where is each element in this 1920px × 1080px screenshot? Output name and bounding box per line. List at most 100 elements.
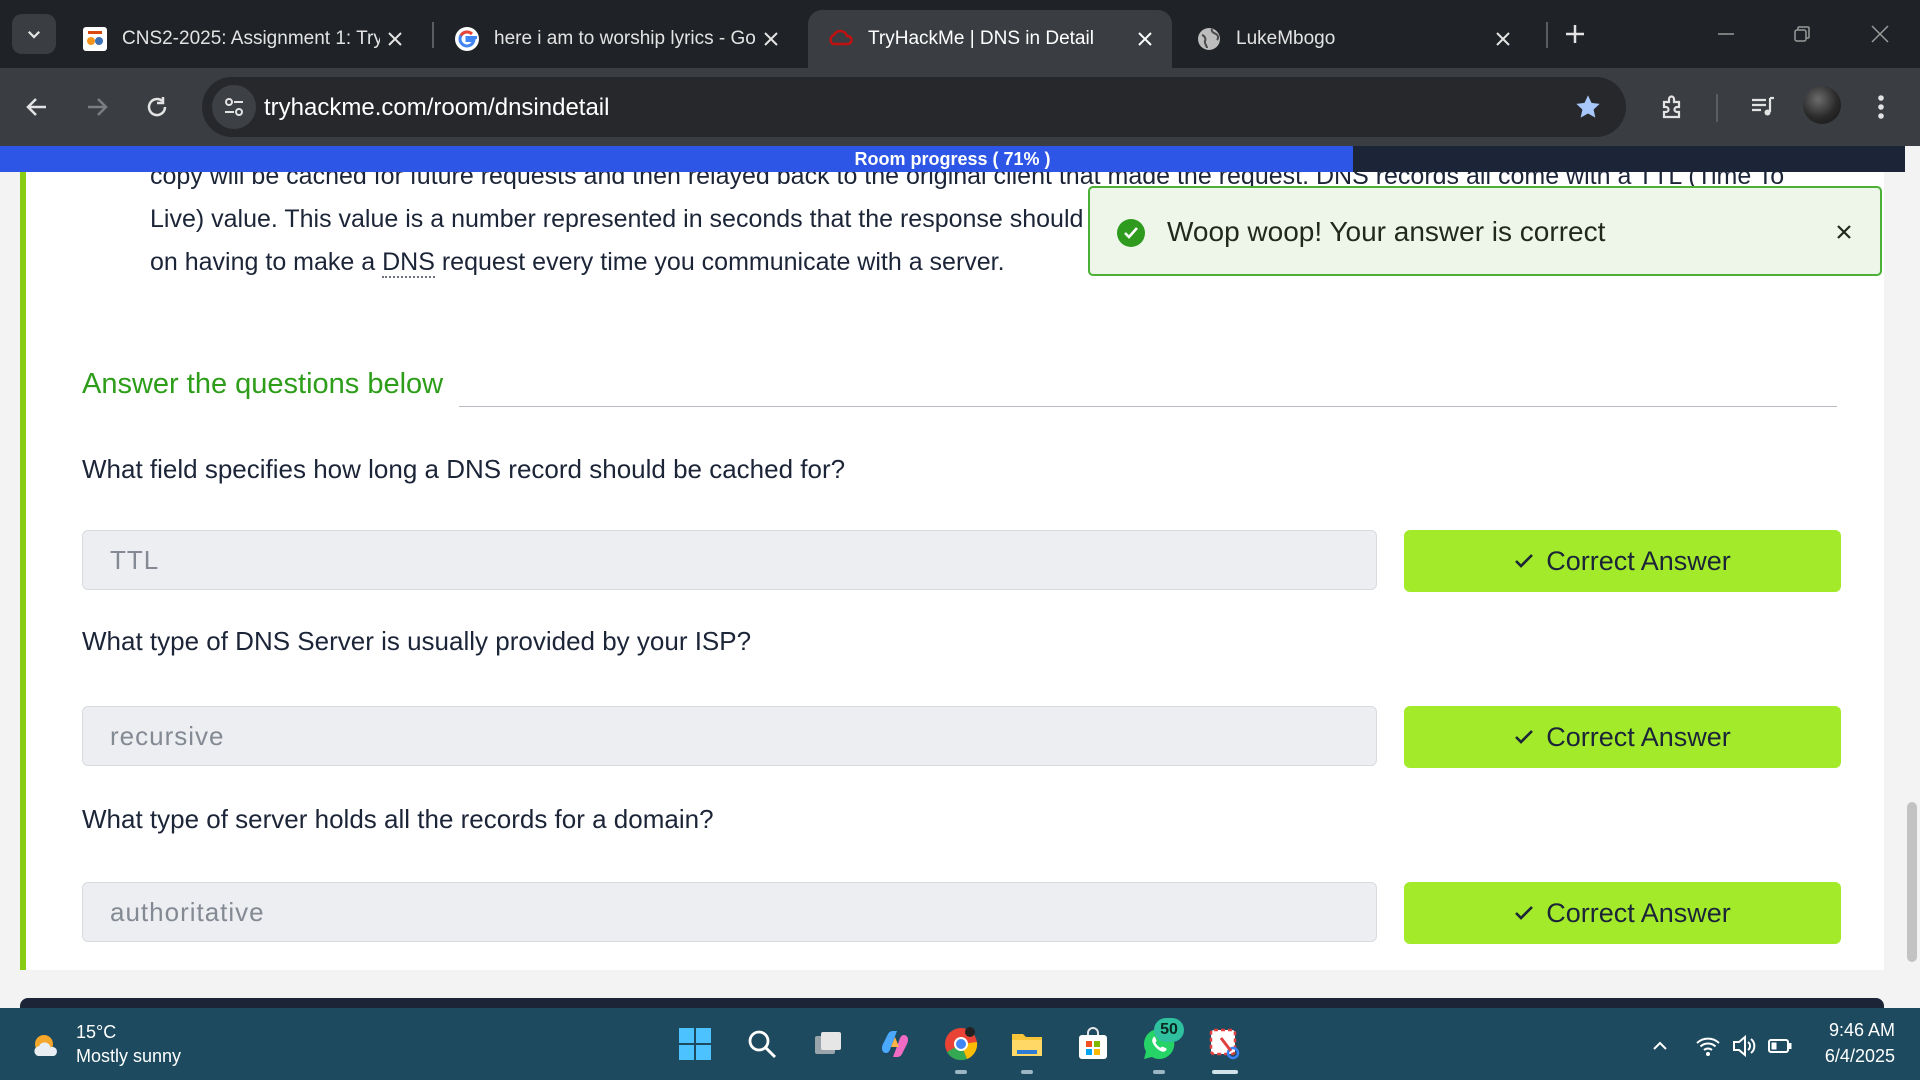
minimize-button[interactable] xyxy=(1696,14,1756,54)
restore-button[interactable] xyxy=(1772,14,1832,54)
tab-moodle[interactable]: CNS2-2025: Assignment 1: TryH xyxy=(62,10,422,68)
check-icon xyxy=(1514,552,1534,570)
queue-music-icon xyxy=(1752,96,1774,116)
show-hidden-icons-button[interactable] xyxy=(1646,1032,1674,1060)
success-toast: Woop woop! Your answer is correct xyxy=(1088,186,1882,276)
network-button[interactable] xyxy=(1694,1032,1722,1060)
tab-lukembogo[interactable]: LukeMbogo xyxy=(1176,10,1530,68)
address-bar[interactable]: tryhackme.com/room/dnsindetail xyxy=(202,77,1626,137)
task-view-icon xyxy=(815,1032,841,1054)
site-info-button[interactable] xyxy=(212,85,256,129)
windows-logo-icon xyxy=(679,1028,711,1060)
moodle-icon xyxy=(82,26,108,52)
google-icon xyxy=(454,26,480,52)
progress-label: Room progress ( 71% ) xyxy=(854,149,1051,169)
snipping-tool-button[interactable] xyxy=(1203,1022,1247,1066)
volume-button[interactable] xyxy=(1730,1032,1758,1060)
tab-title: CNS2-2025: Assignment 1: TryH xyxy=(122,28,380,49)
button-label: Correct Answer xyxy=(1546,721,1731,752)
weather-description[interactable]: Mostly sunny xyxy=(76,1046,181,1067)
question-text: What type of DNS Server is usually provi… xyxy=(82,626,752,656)
answer-field[interactable]: authoritative xyxy=(82,882,1377,942)
correct-answer-button[interactable]: Correct Answer xyxy=(1404,530,1841,592)
close-icon xyxy=(1871,25,1889,43)
tryhackme-icon xyxy=(828,26,854,52)
task-paragraph-line: on having to make a DNS request every ti… xyxy=(150,247,1005,278)
close-tab-icon[interactable] xyxy=(380,24,410,54)
tab-search-button[interactable] xyxy=(12,14,56,54)
chrome-taskbar-button[interactable] xyxy=(939,1022,983,1066)
close-tab-icon[interactable] xyxy=(1130,24,1160,54)
clock-time[interactable]: 9:46 AM xyxy=(1800,1020,1895,1041)
section-divider xyxy=(459,406,1837,407)
reload-button[interactable] xyxy=(134,84,180,130)
url-text[interactable]: tryhackme.com/room/dnsindetail xyxy=(264,94,609,122)
chevron-up-icon xyxy=(1653,1041,1667,1050)
search-button[interactable] xyxy=(740,1022,784,1066)
store-icon xyxy=(1079,1027,1107,1059)
page-scrollbar[interactable] xyxy=(1905,172,1920,1008)
check-icon xyxy=(1514,904,1534,922)
copilot-icon xyxy=(882,1031,908,1057)
tab-title: LukeMbogo xyxy=(1236,28,1336,49)
close-tab-icon[interactable] xyxy=(1488,24,1518,54)
notification-badge: 50 xyxy=(1154,1018,1184,1042)
start-button[interactable] xyxy=(673,1022,717,1066)
toast-message: Woop woop! Your answer is correct xyxy=(1167,216,1606,247)
browser-toolbar: tryhackme.com/room/dnsindetail xyxy=(0,68,1920,146)
section-heading: Answer the questions below xyxy=(82,368,444,400)
dns-abbreviation[interactable]: DNS xyxy=(382,248,435,278)
extensions-button[interactable] xyxy=(1650,84,1696,130)
copilot-button[interactable] xyxy=(873,1022,917,1066)
paragraph-text: request every time you communicate with … xyxy=(434,248,1005,276)
close-tab-icon[interactable] xyxy=(756,24,786,54)
back-button[interactable] xyxy=(14,84,60,130)
arrow-right-icon xyxy=(88,98,108,116)
tune-icon xyxy=(225,98,243,116)
media-controls-button[interactable] xyxy=(1740,84,1786,130)
bookmark-button[interactable] xyxy=(1572,91,1604,123)
task-view-button[interactable] xyxy=(806,1022,850,1066)
battery-button[interactable] xyxy=(1766,1032,1794,1060)
running-indicator xyxy=(1021,1070,1033,1074)
restore-icon xyxy=(1794,26,1810,42)
answer-field[interactable]: TTL xyxy=(82,530,1377,590)
wifi-icon xyxy=(1696,1037,1720,1056)
task-card: copy will be cached for future requests … xyxy=(20,162,1884,970)
new-tab-button[interactable] xyxy=(1545,14,1605,54)
page-content: copy will be cached for future requests … xyxy=(0,146,1920,1008)
page-footer xyxy=(20,998,1884,1008)
browser-menu-button[interactable] xyxy=(1858,84,1904,130)
tab-tryhackme[interactable]: TryHackMe | DNS in Detail xyxy=(808,10,1172,68)
clock-date[interactable]: 6/4/2025 xyxy=(1800,1046,1895,1067)
correct-answer-button[interactable]: Correct Answer xyxy=(1404,706,1841,768)
tab-title: TryHackMe | DNS in Detail xyxy=(868,28,1094,49)
sun-cloud-icon[interactable] xyxy=(30,1030,62,1062)
profile-avatar[interactable] xyxy=(1803,86,1841,124)
active-indicator xyxy=(1212,1070,1238,1074)
file-explorer-button[interactable] xyxy=(1005,1022,1049,1066)
question-text: What field specifies how long a DNS reco… xyxy=(82,454,846,484)
correct-answer-button[interactable]: Correct Answer xyxy=(1404,882,1841,944)
forward-button[interactable] xyxy=(74,84,120,130)
answer-field[interactable]: recursive xyxy=(82,706,1377,766)
store-button[interactable] xyxy=(1071,1022,1115,1066)
more-vertical-icon xyxy=(1878,95,1884,119)
toast-close-button[interactable] xyxy=(1830,218,1858,246)
folder-icon xyxy=(1012,1034,1042,1056)
button-label: Correct Answer xyxy=(1546,897,1731,928)
tab-google[interactable]: here i am to worship lyrics - Go xyxy=(434,10,798,68)
scrollbar-thumb[interactable] xyxy=(1907,802,1917,962)
minimize-icon xyxy=(1718,33,1734,35)
weather-temperature[interactable]: 15°C xyxy=(76,1022,116,1043)
snipping-tool-icon xyxy=(1209,1028,1240,1060)
room-progress-bar: Room progress ( 71% ) xyxy=(0,146,1905,172)
puzzle-icon xyxy=(1662,95,1681,119)
task-paragraph-line: Live) value. This value is a number repr… xyxy=(150,205,1105,233)
reload-icon xyxy=(147,97,167,117)
search-icon xyxy=(748,1030,777,1059)
running-indicator xyxy=(955,1070,967,1074)
star-icon xyxy=(1576,95,1600,118)
close-window-button[interactable] xyxy=(1850,14,1910,54)
tab-title: here i am to worship lyrics - Go xyxy=(494,28,756,49)
